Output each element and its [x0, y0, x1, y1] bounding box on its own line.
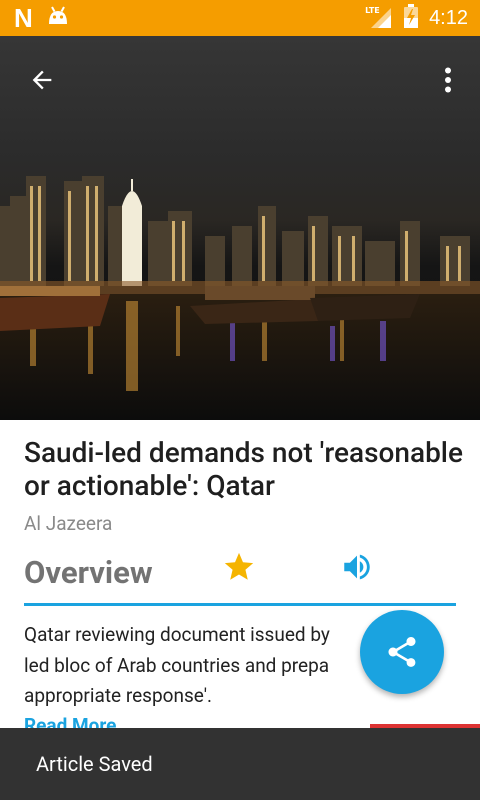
article-headline: Saudi-led demands not 'reasonable or act… [24, 436, 463, 502]
battery-charging-icon [403, 4, 419, 32]
article-hero-image [0, 36, 480, 420]
signal-icon: LTE [365, 6, 393, 30]
share-icon [388, 637, 416, 667]
star-icon [224, 552, 254, 580]
read-aloud-button[interactable] [340, 550, 376, 586]
save-article-button[interactable] [222, 550, 256, 586]
snackbar: Article Saved [0, 728, 480, 800]
doha-skyline-image [0, 176, 480, 420]
status-bar: N LTE 4:12 [0, 0, 480, 36]
android-icon [47, 6, 69, 30]
summary-line: led bloc of Arab countries and prepa [24, 653, 330, 677]
article-summary: Qatar reviewing document issued by led b… [24, 620, 394, 712]
overflow-menu-button[interactable] [430, 62, 466, 98]
share-button[interactable] [360, 610, 444, 694]
snackbar-message: Article Saved [36, 752, 153, 776]
volume-up-icon [344, 554, 370, 580]
clock: 4:12 [429, 6, 468, 29]
summary-line: Qatar reviewing document issued by [24, 623, 330, 646]
arrow-back-icon [32, 70, 52, 90]
n-app-icon: N [14, 3, 33, 33]
more-vert-icon [445, 67, 451, 93]
article-source: Al Jazeera [24, 512, 113, 535]
status-system: LTE 4:12 [365, 0, 468, 36]
overview-title: Overview [24, 554, 153, 591]
overview-header: Overview [24, 548, 456, 606]
summary-line: appropriate response'. [24, 684, 213, 707]
back-button[interactable] [20, 62, 64, 98]
status-notifications: N [14, 4, 69, 32]
